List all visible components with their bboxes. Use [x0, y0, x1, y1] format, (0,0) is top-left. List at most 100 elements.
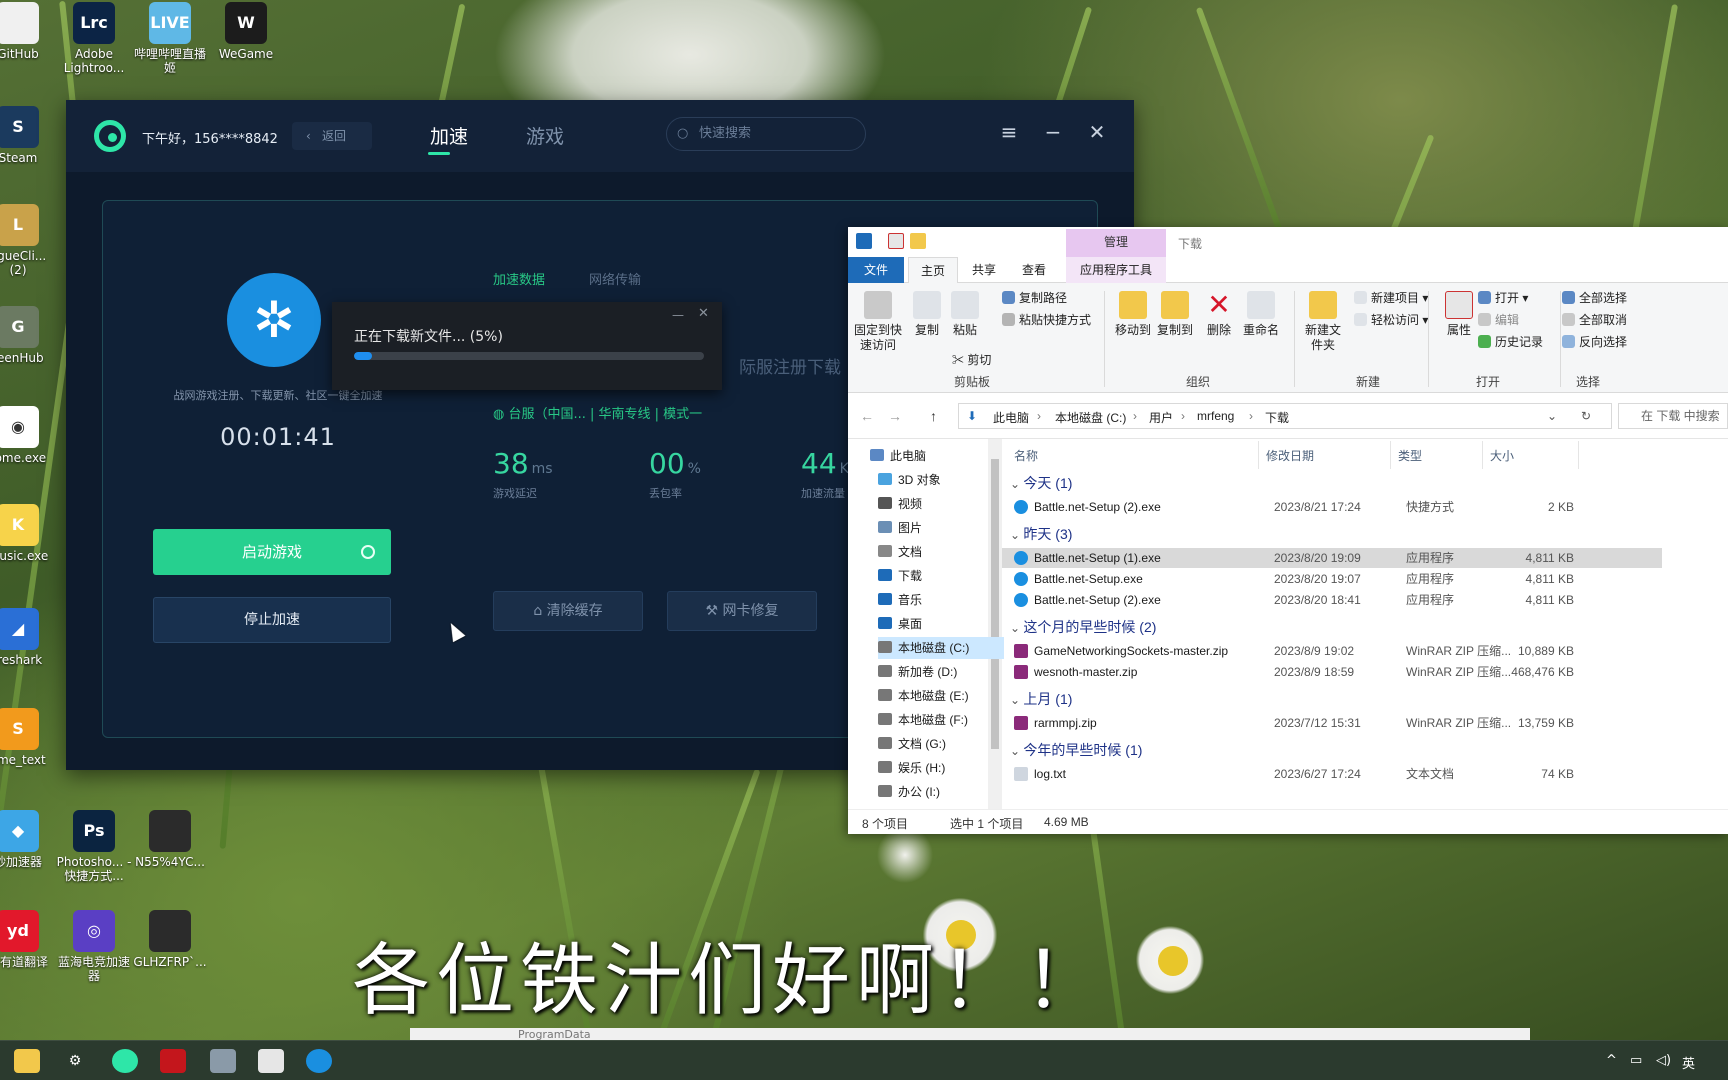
- tree-item[interactable]: 此电脑: [870, 445, 996, 467]
- tree-item[interactable]: 文档: [878, 541, 1004, 563]
- desktop-icon[interactable]: yd 易有道翻译: [0, 910, 56, 969]
- tab-games[interactable]: 游戏: [526, 122, 564, 149]
- tree-item[interactable]: 本地磁盘 (C:): [878, 637, 1004, 659]
- tree-item[interactable]: 本地磁盘 (F:): [878, 709, 1004, 731]
- breadcrumb-users[interactable]: 用户: [1149, 409, 1173, 426]
- desktop-icon[interactable]: Slime_text: [0, 708, 56, 767]
- nic-repair-button[interactable]: ⚒ 网卡修复: [667, 591, 817, 631]
- tab-app-tools[interactable]: 应用程序工具: [1066, 257, 1166, 283]
- column-header-type[interactable]: 类型: [1398, 447, 1422, 464]
- easy-access-button[interactable]: 轻松访问 ▾: [1354, 313, 1428, 328]
- context-tab-manage[interactable]: 管理: [1066, 229, 1166, 259]
- invert-selection-button[interactable]: 反向选择: [1562, 335, 1627, 350]
- desktop-icon[interactable]: LagueCli... (2): [0, 204, 56, 277]
- column-header-date[interactable]: 修改日期: [1266, 447, 1314, 464]
- desktop-icon[interactable]: ◎ 蓝海电竞加速器: [56, 910, 132, 983]
- breadcrumb-drive-c[interactable]: 本地磁盘 (C:): [1055, 409, 1126, 426]
- file-group-header[interactable]: 昨天 (3): [1010, 524, 1072, 544]
- breadcrumb-downloads[interactable]: 下载: [1265, 409, 1289, 426]
- desktop-icon[interactable]: LIVE 哔哩哔哩直播姬: [132, 2, 208, 75]
- file-group-header[interactable]: 今年的早些时候 (1): [1010, 740, 1142, 760]
- open-button[interactable]: 打开 ▾: [1478, 291, 1528, 306]
- input-method-indicator[interactable]: 英: [1682, 1053, 1695, 1072]
- tab-home[interactable]: 主页: [908, 257, 959, 283]
- column-separator[interactable]: [1390, 441, 1391, 469]
- copy-to-button[interactable]: 复制到: [1152, 291, 1198, 338]
- desktop-icon[interactable]: GreenHub: [0, 306, 56, 365]
- rename-button[interactable]: 重命名: [1238, 291, 1284, 338]
- chevron-down-icon[interactable]: ⌄: [1547, 409, 1557, 423]
- desktop-icon[interactable]: ◉ rome.exe: [0, 406, 56, 465]
- tree-item[interactable]: 新加卷 (D:): [878, 661, 1004, 683]
- file-row[interactable]: Battle.net-Setup (2).exe 2023/8/20 18:41 应…: [1002, 590, 1662, 610]
- tree-item[interactable]: 办公 (I:): [878, 781, 1004, 803]
- desktop-icon[interactable]: Lrc Adobe Lightroo...: [56, 2, 132, 75]
- down-arrow-icon[interactable]: [856, 233, 872, 249]
- address-bar[interactable]: ⬇ 此电脑 › 本地磁盘 (C:) › 用户 › mrfeng › 下载 ⌄ ↻: [958, 403, 1612, 429]
- tree-item[interactable]: 桌面: [878, 613, 1004, 635]
- file-row[interactable]: log.txt 2023/6/27 17:24 文本文档 74 KB: [1002, 764, 1662, 784]
- battlenet-taskbar-icon[interactable]: [306, 1049, 332, 1073]
- edit-button[interactable]: 编辑: [1478, 313, 1519, 328]
- file-row[interactable]: Battle.net-Setup (2).exe 2023/8/21 17:24 快…: [1002, 497, 1662, 517]
- tab-acceleration-data[interactable]: 加速数据: [493, 269, 545, 288]
- back-arrow-icon[interactable]: ←: [860, 408, 874, 424]
- column-separator[interactable]: [1578, 441, 1579, 469]
- app-taskbar-icon[interactable]: [210, 1049, 236, 1073]
- copy-path-button[interactable]: 复制路径: [1002, 291, 1067, 306]
- up-arrow-icon[interactable]: ↑: [930, 408, 937, 424]
- file-group-header[interactable]: 上月 (1): [1010, 689, 1072, 709]
- start-game-button[interactable]: 启动游戏: [153, 529, 391, 575]
- notepad-taskbar-icon[interactable]: [258, 1049, 284, 1073]
- refresh-icon[interactable]: ↻: [1581, 409, 1591, 423]
- desktop-icon[interactable]: ◢ ireshark: [0, 608, 56, 667]
- column-header-size[interactable]: 大小: [1490, 447, 1514, 464]
- folder-icon[interactable]: [910, 233, 926, 249]
- popup-minimize-button[interactable]: —: [672, 308, 684, 322]
- tree-item[interactable]: 本地磁盘 (E:): [878, 685, 1004, 707]
- properties-button[interactable]: 属性: [1436, 291, 1482, 338]
- minimize-button[interactable]: −: [1040, 120, 1066, 144]
- delete-button[interactable]: ✕ 删除: [1196, 291, 1242, 338]
- new-folder-button[interactable]: 新建文件夹: [1300, 291, 1346, 353]
- new-item-button[interactable]: 新建项目 ▾: [1354, 291, 1428, 306]
- column-separator[interactable]: [1258, 441, 1259, 469]
- desktop-icon[interactable]: S Steam: [0, 106, 56, 165]
- tree-item[interactable]: 视频: [878, 493, 1004, 515]
- close-button[interactable]: ✕: [1084, 120, 1110, 144]
- forward-arrow-icon[interactable]: →: [888, 408, 902, 424]
- volume-icon[interactable]: ◁): [1656, 1053, 1671, 1068]
- paste-button[interactable]: 粘贴: [942, 291, 988, 338]
- tree-item[interactable]: 下载: [878, 565, 1004, 587]
- column-header-name[interactable]: 名称: [1014, 447, 1038, 464]
- tab-share[interactable]: 共享: [960, 257, 1008, 283]
- history-button[interactable]: 历史记录: [1478, 335, 1543, 350]
- tree-item[interactable]: 音乐: [878, 589, 1004, 611]
- tab-accelerate[interactable]: 加速: [430, 122, 468, 149]
- desktop-icon[interactable]: GLHZFRP`...: [132, 910, 208, 969]
- tree-item[interactable]: 图片: [878, 517, 1004, 539]
- select-none-button[interactable]: 全部取消: [1562, 313, 1627, 328]
- stop-acceleration-button[interactable]: 停止加速: [153, 597, 391, 643]
- clear-cache-button[interactable]: ⌂ 清除缓存: [493, 591, 643, 631]
- file-row[interactable]: GameNetworkingSockets-master.zip 2023/8/9…: [1002, 641, 1662, 661]
- network-icon[interactable]: ▭: [1630, 1053, 1642, 1068]
- desktop-icon[interactable]: N55%4YC...: [132, 810, 208, 869]
- file-row[interactable]: wesnoth-master.zip 2023/8/9 18:59 WinRAR Z…: [1002, 662, 1662, 682]
- tree-item[interactable]: 文档 (G:): [878, 733, 1004, 755]
- desktop-icon[interactable]: ◆ 秒加速器: [0, 810, 56, 869]
- file-row[interactable]: Battle.net-Setup (1).exe 2023/8/20 19:09 应…: [1002, 548, 1662, 568]
- file-explorer-taskbar-icon[interactable]: [14, 1049, 40, 1073]
- file-group-header[interactable]: 这个月的早些时候 (2): [1010, 617, 1156, 637]
- cut-button[interactable]: ✂ 剪切: [952, 353, 991, 368]
- tab-file[interactable]: 文件: [848, 257, 904, 283]
- move-to-button[interactable]: 移动到: [1110, 291, 1156, 338]
- desktop-icon[interactable]: W WeGame: [208, 2, 284, 61]
- tab-network-transfer[interactable]: 网络传输: [589, 269, 641, 288]
- desktop-icon[interactable]: Ps Photosho... - 快捷方式...: [56, 810, 132, 883]
- accelerator-taskbar-icon[interactable]: [112, 1049, 138, 1073]
- menu-icon[interactable]: ≡: [996, 120, 1022, 144]
- settings-gear-icon[interactable]: ⚙: [62, 1049, 88, 1073]
- popup-close-button[interactable]: ✕: [698, 306, 709, 321]
- tray-expand-icon[interactable]: ^: [1606, 1053, 1617, 1068]
